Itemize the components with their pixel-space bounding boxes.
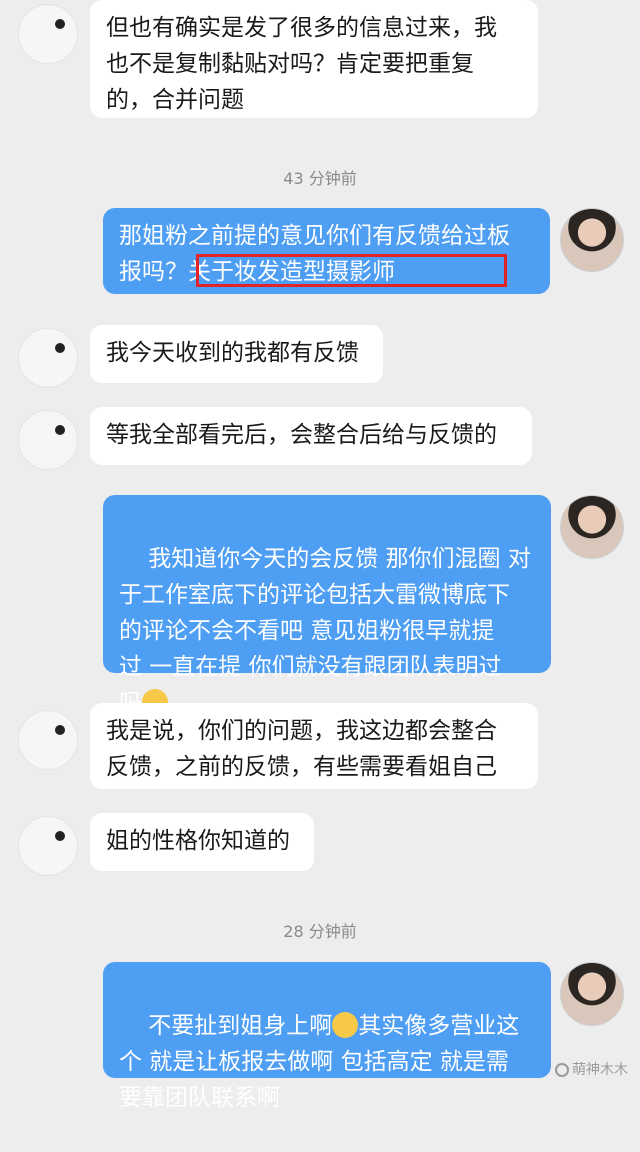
outgoing-message: 我知道你今天的会反馈 那你们混圈 对 于工作室底下的评论包括大雷微博底下 的评论… (103, 495, 551, 716)
watermark-icon (555, 1063, 569, 1077)
highlight-box (196, 254, 507, 287)
message-text: 不要扯到姐身上啊 (148, 1013, 333, 1039)
timestamp: 28 分钟前 (283, 922, 357, 941)
incoming-message: 我今天收到的我都有反馈 (90, 325, 383, 383)
contact-avatar[interactable] (18, 710, 78, 770)
user-avatar[interactable] (560, 208, 624, 272)
incoming-message: 我是说，你们的问题，我这边都会整合 反馈，之前的反馈，有些需要看姐自己 (90, 703, 538, 789)
contact-avatar[interactable] (18, 4, 78, 64)
message-text: 我知道你今天的会反馈 那你们混圈 对 于工作室底下的评论包括大雷微博底下 的评论… (119, 546, 531, 716)
contact-avatar[interactable] (18, 328, 78, 388)
user-avatar[interactable] (560, 962, 624, 1026)
contact-avatar[interactable] (18, 410, 78, 470)
outgoing-message: 不要扯到姐身上啊 其实像多营业这 个 就是让板报去做啊 包括高定 就是需 要靠团队… (103, 962, 551, 1111)
crying-face-icon (332, 1012, 359, 1038)
watermark-text: 萌神木木 (572, 1062, 628, 1078)
incoming-message: 姐的性格你知道的 (90, 813, 314, 871)
user-avatar[interactable] (560, 495, 624, 559)
incoming-message: 但也有确实是发了很多的信息过来，我 也不是复制黏贴对吗？肯定要把重复 的，合并问… (90, 0, 538, 118)
contact-avatar[interactable] (18, 816, 78, 876)
timestamp: 43 分钟前 (283, 169, 357, 188)
incoming-message: 等我全部看完后，会整合后给与反馈的 (90, 407, 532, 465)
watermark: 萌神木木 (555, 1059, 628, 1079)
